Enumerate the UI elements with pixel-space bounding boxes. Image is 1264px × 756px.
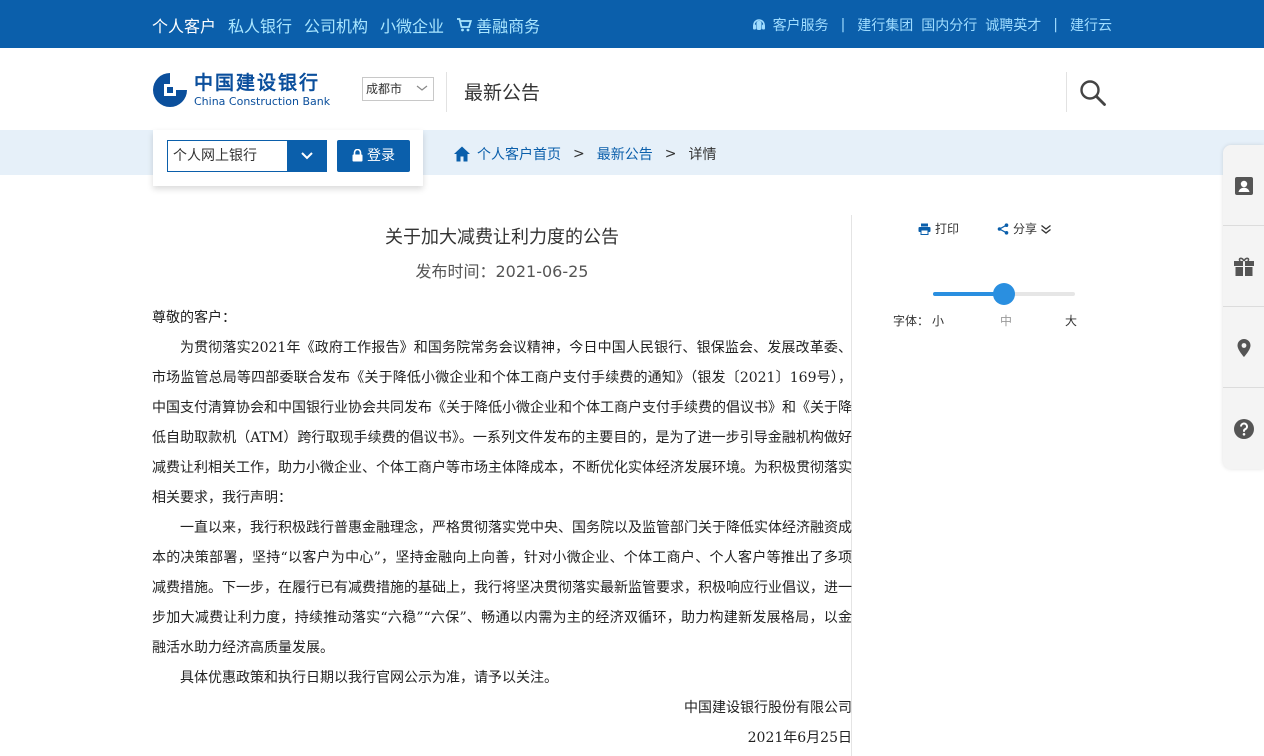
- chevron-down-icon: [1041, 224, 1051, 234]
- printer-icon: [918, 223, 931, 235]
- article-greeting: 尊敬的客户：: [152, 310, 236, 326]
- article-paragraph: 具体优惠政策和执行日期以我行官网公示为准，请予以关注。: [180, 670, 558, 686]
- breadcrumb-news[interactable]: 最新公告: [597, 144, 653, 164]
- top-nav: 个人客户 私人银行 公司机构 小微企业 善融商务: [152, 13, 540, 37]
- share-label: 分享: [1013, 222, 1038, 236]
- floating-toolbar: [1223, 145, 1264, 469]
- font-size-slider-knob[interactable]: [993, 283, 1015, 305]
- breadcrumb-separator: >: [664, 146, 677, 162]
- divider: |: [840, 17, 846, 33]
- login-button-label: 登录: [367, 148, 395, 164]
- online-banking-select-value: 个人网上银行: [173, 148, 257, 164]
- link-careers[interactable]: 诚聘英才: [985, 15, 1041, 35]
- login-panel: 个人网上银行 登录: [153, 130, 423, 186]
- help-icon: [1233, 418, 1254, 439]
- link-customer-service[interactable]: 客户服务: [773, 15, 829, 35]
- site-header: 中国建设银行 China Construction Bank 成都市 最新公告: [0, 48, 1264, 130]
- link-ccb-cloud[interactable]: 建行云: [1070, 15, 1112, 35]
- gift-button[interactable]: [1223, 226, 1264, 307]
- ccb-logo-mark: [153, 72, 188, 107]
- logo-english-name: China Construction Bank: [194, 94, 331, 108]
- article-paragraph: 一直以来，我行积极践行普惠金融理念，严格贯彻落实党中央、国务院以及监管部门关于降…: [152, 520, 852, 656]
- link-ccb-group[interactable]: 建行集团: [857, 15, 913, 35]
- font-size-medium[interactable]: 中: [1000, 312, 1012, 329]
- print-label: 打印: [935, 222, 960, 236]
- divider: |: [1053, 17, 1058, 33]
- top-nav-bar: 个人客户 私人银行 公司机构 小微企业 善融商务 客户服务 | 建行集团 国内分…: [0, 0, 1264, 48]
- nav-charity-commerce-label: 善融商务: [476, 17, 541, 36]
- divider: [1066, 72, 1067, 112]
- city-select[interactable]: 成都市: [362, 77, 434, 101]
- share-icon: [997, 222, 1009, 235]
- print-button[interactable]: 打印: [918, 220, 959, 237]
- font-size-slider[interactable]: [933, 283, 1075, 305]
- nav-charity-commerce[interactable]: 善融商务: [456, 13, 540, 37]
- article-sign-date: 2021年6月25日: [747, 730, 852, 746]
- font-size-label: 字体：: [893, 314, 930, 328]
- contact-card-icon: [1234, 176, 1253, 195]
- ccb-logo[interactable]: 中国建设银行 China Construction Bank: [152, 72, 330, 108]
- article: 关于加大减费让利力度的公告 发布时间：2021-06-25 尊敬的客户： 为贯彻…: [152, 215, 852, 756]
- contact-card-button[interactable]: [1223, 145, 1264, 226]
- nav-corporate[interactable]: 公司机构: [304, 13, 368, 37]
- location-button[interactable]: [1223, 307, 1264, 388]
- section-title: 最新公告: [464, 82, 541, 104]
- article-title: 关于加大减费让利力度的公告: [385, 227, 619, 248]
- home-icon: [454, 146, 470, 162]
- article-date: 发布时间：2021-06-25: [415, 262, 589, 281]
- chevron-down-icon: [301, 152, 313, 160]
- select-arrow[interactable]: [287, 140, 327, 172]
- article-body: 尊敬的客户： 为贯彻落实2021年《政府工作报告》和国务院常务会议精神，今日中国…: [152, 303, 852, 753]
- logo-wordmark: 中国建设银行 China Construction Bank: [194, 71, 331, 108]
- lock-icon: [352, 148, 363, 162]
- customer-service-icon: [752, 19, 765, 30]
- breadcrumb-separator: >: [573, 146, 585, 162]
- nav-small-business[interactable]: 小微企业: [380, 13, 444, 37]
- breadcrumb-home[interactable]: 个人客户首页: [477, 144, 561, 164]
- chevron-down-icon: [416, 85, 428, 91]
- location-pin-icon: [1237, 338, 1250, 357]
- gift-icon: [1233, 257, 1254, 276]
- link-domestic-branches[interactable]: 国内分行: [921, 15, 977, 35]
- nav-private-banking[interactable]: 私人银行: [228, 13, 292, 37]
- login-button[interactable]: 登录: [337, 140, 410, 172]
- font-size-large[interactable]: 大: [1065, 312, 1077, 329]
- divider: [446, 72, 447, 112]
- article-paragraph: 为贯彻落实2021年《政府工作报告》和国务院常务会议精神，今日中国人民银行、银保…: [152, 340, 852, 506]
- help-button[interactable]: [1223, 388, 1264, 469]
- breadcrumb: 个人客户首页 > 最新公告 > 详情: [453, 144, 716, 164]
- cart-icon: [457, 18, 473, 32]
- nav-personal[interactable]: 个人客户: [152, 13, 216, 37]
- font-size-small[interactable]: 小: [932, 312, 944, 329]
- share-button[interactable]: 分享: [997, 220, 1056, 237]
- top-right-links: 客户服务 | 建行集团 国内分行 诚聘英才 | 建行云: [751, 15, 1112, 35]
- search-icon[interactable]: [1078, 78, 1108, 108]
- article-signature: 中国建设银行股份有限公司: [684, 700, 852, 716]
- breadcrumb-current: 详情: [688, 147, 717, 163]
- city-select-value: 成都市: [366, 82, 403, 96]
- logo-chinese-name: 中国建设银行: [194, 71, 321, 94]
- online-banking-select[interactable]: 个人网上银行: [167, 140, 327, 172]
